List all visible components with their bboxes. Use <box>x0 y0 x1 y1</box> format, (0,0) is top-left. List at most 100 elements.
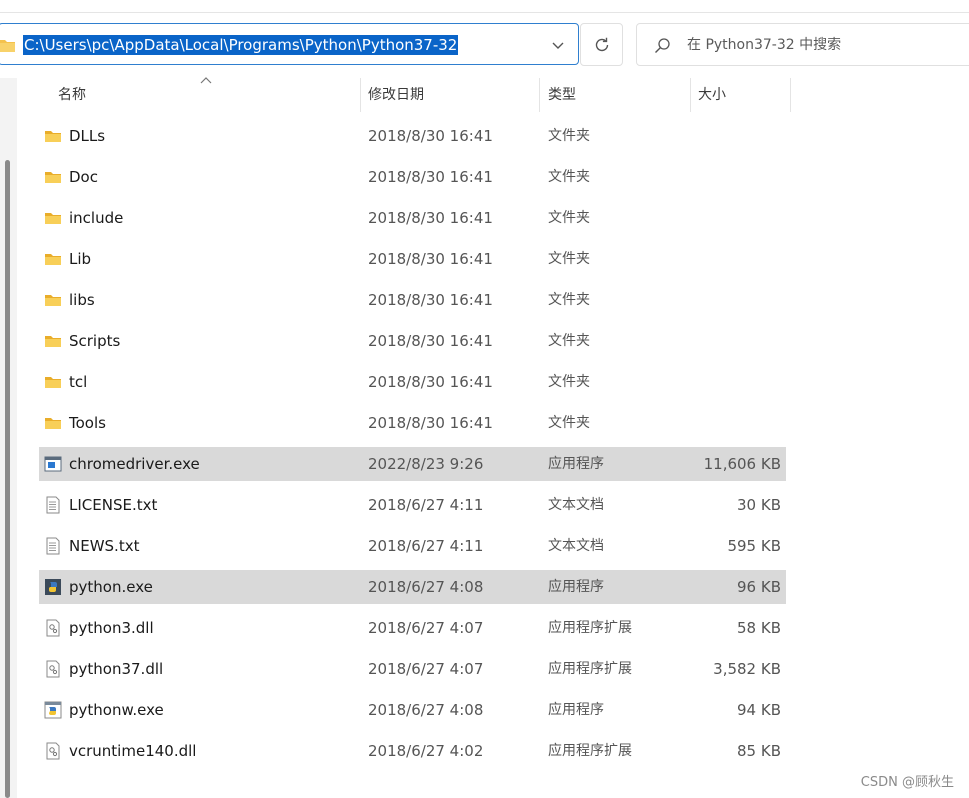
file-type: 文件夹 <box>548 128 590 144</box>
text-document-icon <box>44 496 62 514</box>
file-row[interactable]: python.exe 2018/6/27 4:08 应用程序 96 KB <box>39 570 786 604</box>
file-name: Tools <box>69 414 106 432</box>
folder-icon <box>44 414 62 432</box>
file-row[interactable]: include 2018/8/30 16:41 文件夹 <box>39 201 786 235</box>
file-type: 应用程序扩展 <box>548 620 632 636</box>
folder-icon <box>0 40 15 52</box>
file-row[interactable]: NEWS.txt 2018/6/27 4:11 文本文档 595 KB <box>39 529 786 563</box>
file-size: 11,606 KB <box>703 455 781 473</box>
file-type: 文件夹 <box>548 333 590 349</box>
file-size: 58 KB <box>737 619 781 637</box>
file-name: vcruntime140.dll <box>69 742 197 760</box>
chevron-down-icon[interactable] <box>549 36 567 54</box>
file-size: 85 KB <box>737 742 781 760</box>
file-row[interactable]: Scripts 2018/8/30 16:41 文件夹 <box>39 324 786 358</box>
file-name: libs <box>69 291 95 309</box>
file-modified-date: 2018/6/27 4:11 <box>368 496 484 514</box>
file-type: 应用程序 <box>548 702 604 718</box>
file-modified-date: 2018/8/30 16:41 <box>368 291 493 309</box>
navigation-bar: C:\Users\pc\AppData\Local\Programs\Pytho… <box>0 0 969 78</box>
file-type: 应用程序扩展 <box>548 743 632 759</box>
file-size: 94 KB <box>737 701 781 719</box>
file-type: 文本文档 <box>548 538 604 554</box>
file-modified-date: 2018/6/27 4:07 <box>368 619 484 637</box>
file-size: 96 KB <box>737 578 781 596</box>
file-modified-date: 2018/8/30 16:41 <box>368 373 493 391</box>
column-header-date[interactable]: 修改日期 <box>368 84 424 106</box>
file-modified-date: 2018/6/27 4:11 <box>368 537 484 555</box>
file-explorer-window: C:\Users\pc\AppData\Local\Programs\Pytho… <box>0 0 969 798</box>
file-modified-date: 2018/6/27 4:08 <box>368 578 484 596</box>
refresh-button[interactable] <box>580 23 623 66</box>
file-modified-date: 2018/8/30 16:41 <box>368 414 493 432</box>
text-document-icon <box>44 537 62 555</box>
address-bar[interactable]: C:\Users\pc\AppData\Local\Programs\Pytho… <box>0 23 579 65</box>
sort-ascending-icon <box>200 77 212 84</box>
column-header-size[interactable]: 大小 <box>698 84 726 106</box>
file-name: Doc <box>69 168 98 186</box>
file-modified-date: 2022/8/23 9:26 <box>368 455 484 473</box>
file-type: 应用程序 <box>548 579 604 595</box>
column-divider[interactable] <box>539 78 540 112</box>
file-name: LICENSE.txt <box>69 496 158 514</box>
file-name: Lib <box>69 250 92 268</box>
top-divider <box>0 12 969 13</box>
file-type: 文件夹 <box>548 374 590 390</box>
file-row[interactable]: pythonw.exe 2018/6/27 4:08 应用程序 94 KB <box>39 693 786 727</box>
file-name: include <box>69 209 124 227</box>
column-divider[interactable] <box>790 78 791 112</box>
folder-icon <box>44 250 62 268</box>
file-type: 文本文档 <box>548 497 604 513</box>
file-row[interactable]: LICENSE.txt 2018/6/27 4:11 文本文档 30 KB <box>39 488 786 522</box>
folder-icon <box>44 209 62 227</box>
file-type: 应用程序 <box>548 456 604 472</box>
file-name: NEWS.txt <box>69 537 140 555</box>
watermark: CSDN @顾秋生 <box>860 775 954 790</box>
file-type: 文件夹 <box>548 210 590 226</box>
file-name: pythonw.exe <box>69 701 164 719</box>
file-name: DLLs <box>69 127 106 145</box>
file-row[interactable]: Doc 2018/8/30 16:41 文件夹 <box>39 160 786 194</box>
file-size: 30 KB <box>737 496 781 514</box>
file-modified-date: 2018/8/30 16:41 <box>368 250 493 268</box>
file-size: 595 KB <box>727 537 781 555</box>
column-divider[interactable] <box>690 78 691 112</box>
folder-icon <box>44 373 62 391</box>
dll-icon <box>44 619 62 637</box>
scrollbar-thumb[interactable] <box>5 160 10 798</box>
file-name: chromedriver.exe <box>69 455 200 473</box>
file-row[interactable]: Tools 2018/8/30 16:41 文件夹 <box>39 406 786 440</box>
address-path[interactable]: C:\Users\pc\AppData\Local\Programs\Pytho… <box>23 35 459 55</box>
file-type: 文件夹 <box>548 251 590 267</box>
column-header-type[interactable]: 类型 <box>548 84 576 106</box>
folder-icon <box>44 332 62 350</box>
column-divider[interactable] <box>360 78 361 112</box>
python-exe-icon <box>44 578 62 596</box>
file-modified-date: 2018/8/30 16:41 <box>368 209 493 227</box>
folder-icon <box>44 168 62 186</box>
application-icon <box>44 455 62 473</box>
dll-icon <box>44 660 62 678</box>
file-modified-date: 2018/6/27 4:07 <box>368 660 484 678</box>
file-modified-date: 2018/8/30 16:41 <box>368 168 493 186</box>
file-name: python37.dll <box>69 660 164 678</box>
column-header-name[interactable]: 名称 <box>58 84 86 106</box>
pythonw-exe-icon <box>44 701 62 719</box>
folder-icon <box>44 127 62 145</box>
file-row[interactable]: chromedriver.exe 2022/8/23 9:26 应用程序 11,606… <box>39 447 786 481</box>
file-row[interactable]: libs 2018/8/30 16:41 文件夹 <box>39 283 786 317</box>
file-type: 文件夹 <box>548 169 590 185</box>
file-row[interactable]: vcruntime140.dll 2018/6/27 4:02 应用程序扩展 85 K… <box>39 734 786 768</box>
search-input[interactable]: 在 Python37-32 中搜索 <box>636 23 969 66</box>
file-name: python.exe <box>69 578 153 596</box>
file-row[interactable]: DLLs 2018/8/30 16:41 文件夹 <box>39 119 786 153</box>
file-type: 文件夹 <box>548 292 590 308</box>
file-row[interactable]: tcl 2018/8/30 16:41 文件夹 <box>39 365 786 399</box>
file-row[interactable]: Lib 2018/8/30 16:41 文件夹 <box>39 242 786 276</box>
file-row[interactable]: python3.dll 2018/6/27 4:07 应用程序扩展 58 KB <box>39 611 786 645</box>
file-row[interactable]: python37.dll 2018/6/27 4:07 应用程序扩展 3,582 KB <box>39 652 786 686</box>
file-name: python3.dll <box>69 619 154 637</box>
dll-icon <box>44 742 62 760</box>
file-modified-date: 2018/8/30 16:41 <box>368 332 493 350</box>
file-name: Scripts <box>69 332 121 350</box>
